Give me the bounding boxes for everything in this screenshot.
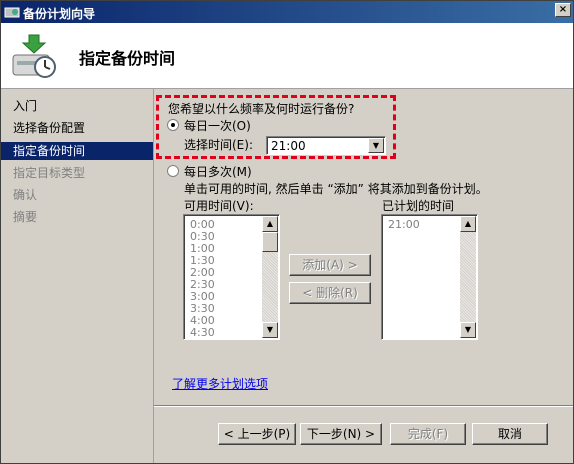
- select-time-label: 选择时间(E):: [184, 138, 253, 152]
- sidebar-item-select-config[interactable]: 选择备份配置: [1, 119, 153, 137]
- backup-schedule-icon: [9, 31, 61, 83]
- page-title: 指定备份时间: [79, 49, 176, 68]
- back-button[interactable]: < 上一步(P): [218, 423, 296, 445]
- once-daily-label[interactable]: 每日一次(O): [184, 117, 251, 134]
- footer-separator: [154, 405, 573, 407]
- scheduled-times-label: 已计划的时间: [382, 199, 455, 213]
- cancel-button[interactable]: 取消: [472, 423, 548, 445]
- time-select[interactable]: 21:00 ▼: [266, 136, 386, 155]
- sidebar-item-confirm: 确认: [13, 188, 38, 202]
- multi-daily-radio[interactable]: [167, 165, 179, 177]
- wizard-steps-sidebar: 入门 选择备份配置 指定备份时间 指定目标类型 确认 摘要: [1, 89, 153, 463]
- app-icon: [4, 4, 20, 20]
- finish-button[interactable]: 完成(F): [390, 423, 466, 445]
- sidebar-item-destination-type: 指定目标类型: [13, 166, 86, 180]
- close-button[interactable]: ×: [555, 3, 571, 17]
- more-schedule-options-link[interactable]: 了解更多计划选项: [172, 375, 268, 392]
- scheduled-times-list[interactable]: 21:00 ▲ ▼: [381, 214, 478, 340]
- remove-button[interactable]: < 删除(R): [289, 282, 371, 304]
- multi-daily-label[interactable]: 每日多次(M): [184, 163, 252, 180]
- add-button[interactable]: 添加(A) >: [289, 254, 371, 276]
- next-button[interactable]: 下一步(N) >: [300, 423, 382, 445]
- scheduled-times-scrollbar[interactable]: ▲ ▼: [460, 216, 476, 338]
- multi-daily-instruction: 单击可用的时间, 然后单击 “添加” 将其添加到备份计划。: [184, 182, 488, 196]
- window-title: 备份计划向导: [23, 7, 96, 21]
- title-bar[interactable]: 备份计划向导 ×: [1, 1, 573, 23]
- sidebar-item-summary: 摘要: [13, 210, 38, 224]
- once-daily-radio[interactable]: [167, 119, 179, 131]
- sidebar-item-specify-time[interactable]: 指定备份时间: [1, 142, 153, 160]
- frequency-question: 您希望以什么频率及何时运行备份?: [168, 102, 355, 116]
- available-times-scrollbar[interactable]: ▲ ▼: [262, 216, 278, 338]
- scroll-down-icon[interactable]: ▼: [262, 322, 278, 338]
- time-select-value: 21:00: [271, 139, 306, 153]
- scroll-thumb[interactable]: [262, 232, 278, 252]
- list-item[interactable]: 21:00: [388, 218, 420, 231]
- sidebar-item-getting-started[interactable]: 入门: [1, 97, 153, 115]
- wizard-header: 指定备份时间: [1, 23, 573, 89]
- available-times-list[interactable]: 0:00 0:30 1:00 1:30 2:00 2:30 3:00 3:30 …: [183, 214, 280, 340]
- wizard-content: 您希望以什么频率及何时运行备份? 每日一次(O) 选择时间(E): 21:00 …: [153, 89, 573, 463]
- backup-wizard-window: 备份计划向导 × 指定备份时间 入门 选择备份配置 指定备份时间 指定目标类型 …: [0, 0, 574, 464]
- scroll-up-icon[interactable]: ▲: [460, 216, 476, 232]
- chevron-down-icon[interactable]: ▼: [368, 138, 384, 153]
- scroll-up-icon[interactable]: ▲: [262, 216, 278, 232]
- list-item[interactable]: 4:30: [190, 326, 215, 339]
- available-times-label: 可用时间(V):: [184, 199, 254, 213]
- scroll-down-icon[interactable]: ▼: [460, 322, 476, 338]
